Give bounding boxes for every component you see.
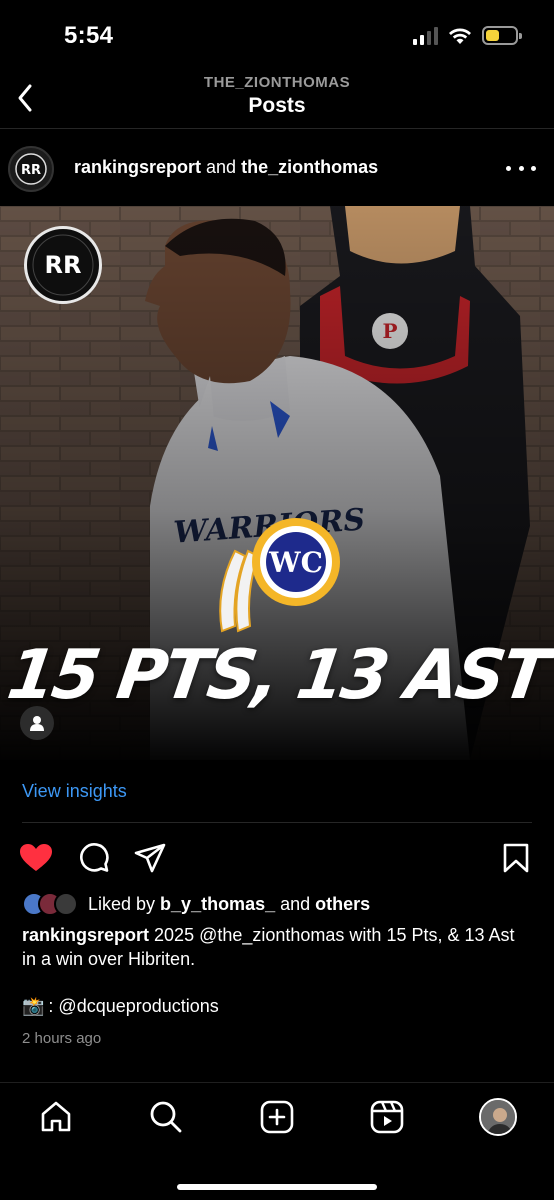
account-primary-link[interactable]: rankingsreport xyxy=(74,157,201,177)
page-title: Posts xyxy=(248,94,306,117)
photo-credit: 📸: @dcqueproductions xyxy=(22,996,219,1017)
account-secondary-link[interactable]: the_zionthomas xyxy=(241,157,378,177)
tab-search[interactable] xyxy=(144,1095,188,1139)
rankingsreport-logo-icon: RR xyxy=(15,153,47,185)
more-options-button[interactable] xyxy=(506,156,536,180)
liked-by-others-link[interactable]: others xyxy=(315,894,370,914)
header-username: THE_ZIONTHOMAS xyxy=(203,74,351,91)
tab-create[interactable] xyxy=(255,1095,299,1139)
post-timestamp: 2 hours ago xyxy=(22,1030,102,1047)
cellular-signal-icon xyxy=(413,26,438,45)
status-time: 5:54 xyxy=(64,22,114,49)
post-avatar[interactable]: RR xyxy=(8,146,54,192)
home-indicator xyxy=(177,1184,377,1190)
tab-reels[interactable] xyxy=(365,1095,409,1139)
heart-icon xyxy=(20,844,52,871)
tab-profile[interactable] xyxy=(476,1095,520,1139)
bookmark-icon xyxy=(503,843,529,873)
caption-username-link[interactable]: rankingsreport xyxy=(22,925,149,945)
reels-icon xyxy=(370,1100,404,1134)
status-icons xyxy=(413,26,522,45)
view-insights-link[interactable]: View insights xyxy=(22,781,127,802)
rankings-report-logo-icon: RR xyxy=(32,234,94,296)
profile-avatar xyxy=(479,1098,517,1136)
save-button[interactable] xyxy=(496,838,536,878)
liker-avatar xyxy=(54,892,78,916)
liked-by-user-link[interactable]: b_y_thomas_ xyxy=(160,894,275,914)
bottom-navigation xyxy=(0,1082,554,1200)
post-header: RR rankingsreport and the_zionthomas xyxy=(0,138,554,200)
battery-fill xyxy=(486,30,499,41)
status-bar: 5:54 xyxy=(0,0,554,70)
insights-divider xyxy=(22,822,532,823)
like-button[interactable] xyxy=(16,838,56,878)
post-caption: rankingsreport 2025 @the_zionthomas with… xyxy=(22,923,522,971)
header-divider xyxy=(0,128,554,129)
liked-by-text: Liked by b_y_thomas_ and others xyxy=(88,894,370,915)
svg-text:RR: RR xyxy=(45,251,82,279)
liked-by-prefix: Liked by xyxy=(88,893,161,914)
svg-text:WC: WC xyxy=(268,546,323,579)
share-button[interactable] xyxy=(130,838,170,878)
post-image[interactable]: P WARRIORS WC RR 15 PTS, 13 AST xyxy=(0,206,554,760)
more-horizontal-icon xyxy=(506,165,511,171)
svg-text:RR: RR xyxy=(21,163,41,178)
battery-icon xyxy=(482,26,522,45)
plus-square-icon xyxy=(260,1100,294,1134)
stat-line: 15 PTS, 13 AST xyxy=(2,636,552,715)
comment-icon xyxy=(80,843,109,872)
user-tag-icon xyxy=(30,716,44,731)
search-icon xyxy=(150,1101,182,1133)
home-icon xyxy=(41,1101,71,1132)
liked-by-row[interactable]: Liked by b_y_thomas_ and others xyxy=(22,890,370,918)
tab-home[interactable] xyxy=(34,1095,78,1139)
account-connector: and xyxy=(201,157,242,177)
wifi-icon xyxy=(449,27,471,44)
nav-header: THE_ZIONTHOMAS Posts xyxy=(0,70,554,128)
post-actions xyxy=(0,838,554,882)
comment-button[interactable] xyxy=(74,838,114,878)
tagged-users-button[interactable] xyxy=(20,706,54,740)
camera-emoji-icon: 📸 xyxy=(22,996,45,1016)
photo-credit-text[interactable]: : @dcqueproductions xyxy=(48,996,218,1017)
rankings-report-badge: RR xyxy=(24,226,102,304)
post-accounts: rankingsreport and the_zionthomas xyxy=(74,157,378,178)
send-icon xyxy=(134,843,166,873)
liked-by-connector: and xyxy=(275,893,316,914)
